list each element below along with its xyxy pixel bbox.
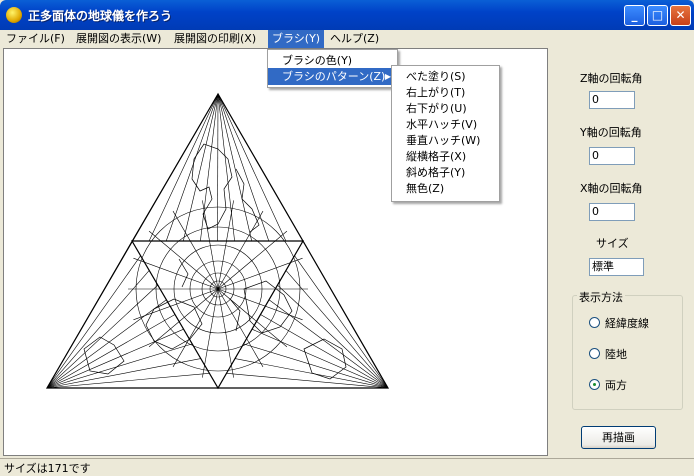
globe-app-icon [6, 7, 22, 23]
pattern-diag-cross[interactable]: 斜め格子(Y) [392, 164, 499, 181]
brush-pattern-item[interactable]: ブラシのパターン(Z) ▶ [268, 68, 397, 85]
pattern-solid[interactable]: べた塗り(S) [392, 68, 499, 85]
pattern-diag-down[interactable]: 右下がり(U) [392, 100, 499, 117]
redraw-button[interactable]: 再描画 [581, 426, 656, 449]
display-method-title: 表示方法 [577, 289, 625, 305]
radio-both[interactable] [589, 379, 600, 390]
pattern-horizontal[interactable]: 水平ハッチ(V) [392, 116, 499, 133]
graticule-lines [46, 93, 389, 389]
pattern-none[interactable]: 無色(Z) [392, 180, 499, 197]
menu-bar: ファイル(F) 展開図の表示(W) 展開図の印刷(X) ブラシ(Y) ヘルプ(Z… [0, 30, 694, 48]
menu-print-net[interactable]: 展開図の印刷(X) [170, 30, 260, 48]
y-rotation-label: Y軸の回転角 [580, 126, 642, 139]
inner-triangle [130, 240, 305, 390]
x-rotation-label: X軸の回転角 [580, 182, 643, 195]
brush-menu-dropdown: ブラシの色(Y) ブラシのパターン(Z) ▶ [267, 49, 398, 88]
window-title: 正多面体の地球儀を作ろう [28, 9, 173, 23]
z-rotation-label: Z軸の回転角 [580, 72, 643, 85]
menu-view-net[interactable]: 展開図の表示(W) [72, 30, 165, 48]
maximize-button[interactable]: □ [647, 5, 668, 26]
close-button[interactable]: ✕ [670, 5, 691, 26]
pattern-vertical[interactable]: 垂直ハッチ(W) [392, 132, 499, 149]
radio-graticule-label: 経緯度線 [605, 317, 649, 330]
status-bar: サイズは171です [0, 458, 694, 475]
radio-land-label: 陸地 [605, 348, 627, 361]
minimize-button[interactable]: _ [624, 5, 645, 26]
y-rotation-input[interactable]: 0 [589, 147, 635, 165]
menu-brush[interactable]: ブラシ(Y) [268, 30, 325, 48]
x-rotation-input[interactable]: 0 [589, 203, 635, 221]
menu-help[interactable]: ヘルプ(Z) [326, 30, 383, 48]
title-bar: 正多面体の地球儀を作ろう _ □ ✕ [0, 0, 694, 30]
menu-file[interactable]: ファイル(F) [2, 30, 69, 48]
pattern-cross[interactable]: 縦横格子(X) [392, 148, 499, 165]
radio-land[interactable] [589, 348, 600, 359]
radio-both-label: 両方 [605, 379, 627, 392]
size-input[interactable]: 標準 [589, 258, 644, 276]
coastline-lines [83, 143, 347, 380]
pattern-submenu: べた塗り(S) 右上がり(T) 右下がり(U) 水平ハッチ(V) 垂直ハッチ(W… [391, 65, 500, 202]
brush-pattern-label: ブラシのパターン(Z) [282, 70, 386, 83]
pattern-diag-up[interactable]: 右上がり(T) [392, 84, 499, 101]
radio-graticule[interactable] [589, 317, 600, 328]
brush-color-item[interactable]: ブラシの色(Y) [268, 52, 397, 69]
size-label: サイズ [596, 237, 629, 250]
z-rotation-input[interactable]: 0 [589, 91, 635, 109]
